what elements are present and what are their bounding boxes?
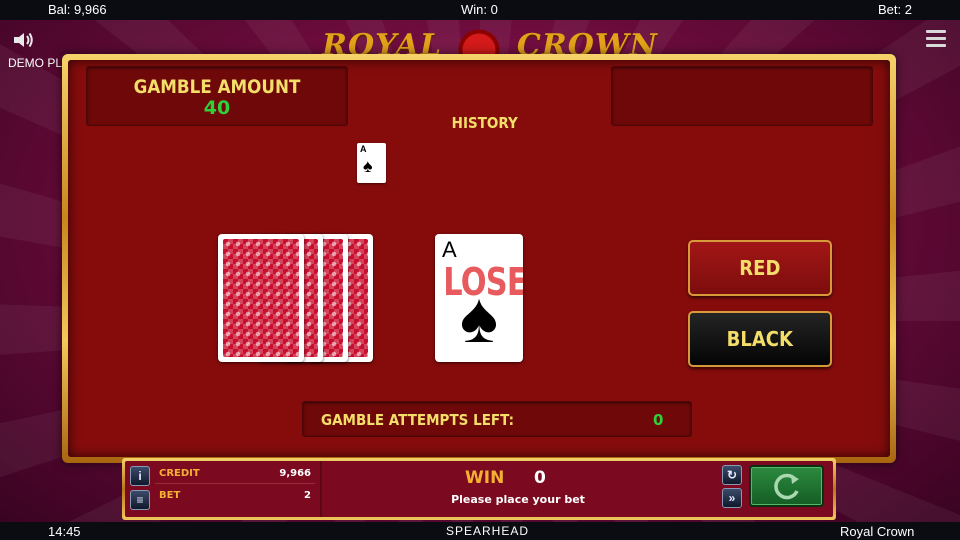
gamble-attempts-value: 0 bbox=[653, 411, 664, 429]
red-button-label: RED bbox=[739, 256, 781, 280]
bottom-control-panel: i ≡ CREDIT 9,966 BET 2 WIN 0 Please plac… bbox=[122, 458, 836, 520]
spade-icon: ♠ bbox=[363, 156, 373, 176]
win-label: WIN bbox=[465, 468, 505, 488]
credit-value: 9,966 bbox=[279, 468, 311, 479]
top-status-bar: Bal: 9,966 Win: 0 Bet: 2 bbox=[0, 0, 960, 20]
drawn-card: A ♠ LOSE bbox=[435, 234, 523, 362]
credit-label: CREDIT bbox=[159, 468, 200, 479]
gamble-amount-label: GAMBLE AMOUNT bbox=[133, 76, 301, 98]
autoplay-icon[interactable]: ↻ bbox=[722, 465, 742, 485]
win-readout: Win: 0 bbox=[461, 2, 498, 17]
history-card: A ♠ bbox=[357, 143, 386, 183]
bet-readout: Bet: 2 bbox=[878, 2, 912, 17]
provider-label: SPEARHEAD bbox=[446, 524, 530, 538]
coins-icon[interactable]: ≡ bbox=[130, 490, 150, 510]
black-button[interactable]: BLACK bbox=[688, 311, 832, 367]
gamble-panel-inner: GAMBLE AMOUNT 40 HISTORY A ♠ A ♠ LOSE RE… bbox=[68, 60, 890, 457]
gamble-amount-box: GAMBLE AMOUNT 40 bbox=[86, 66, 348, 126]
lose-result-text: LOSE bbox=[443, 260, 523, 304]
fast-forward-icon[interactable]: » bbox=[722, 488, 742, 508]
gamble-amount-value: 40 bbox=[203, 97, 231, 119]
bet-value: 2 bbox=[304, 490, 311, 501]
clock: 14:45 bbox=[48, 524, 81, 539]
speaker-icon[interactable] bbox=[12, 30, 36, 50]
panel-divider bbox=[320, 461, 322, 517]
red-button[interactable]: RED bbox=[688, 240, 832, 296]
history-card-rank: A bbox=[360, 144, 367, 154]
deck-card bbox=[218, 234, 304, 362]
gamble-attempts-label: GAMBLE ATTEMPTS LEFT: bbox=[321, 411, 515, 429]
spin-icon bbox=[774, 473, 799, 500]
empty-info-box bbox=[611, 66, 873, 126]
status-message: Please place your bet bbox=[451, 493, 585, 506]
win-value: 0 bbox=[534, 468, 546, 488]
bet-row: BET 2 bbox=[155, 486, 315, 506]
menu-icon[interactable] bbox=[926, 30, 946, 48]
black-button-label: BLACK bbox=[726, 327, 794, 351]
bottom-status-bar: 14:45 SPEARHEAD Royal Crown bbox=[0, 522, 960, 540]
gamble-panel: GAMBLE AMOUNT 40 HISTORY A ♠ A ♠ LOSE RE… bbox=[62, 54, 896, 463]
spin-button[interactable] bbox=[749, 465, 824, 507]
history-label: HISTORY bbox=[451, 114, 518, 132]
game-name-label: Royal Crown bbox=[840, 524, 915, 539]
bottom-control-panel-inner: i ≡ CREDIT 9,966 BET 2 WIN 0 Please plac… bbox=[125, 461, 833, 517]
bet-label: BET bbox=[159, 490, 181, 501]
info-icon[interactable]: i bbox=[130, 466, 150, 486]
game-scene: ROYAL CROWN DEMO PLAY GAMBLE AMOUNT 40 H… bbox=[0, 20, 960, 522]
gamble-attempts-box: GAMBLE ATTEMPTS LEFT: 0 bbox=[302, 401, 692, 437]
credit-row: CREDIT 9,966 bbox=[155, 464, 315, 484]
balance-readout: Bal: 9,966 bbox=[48, 2, 107, 17]
